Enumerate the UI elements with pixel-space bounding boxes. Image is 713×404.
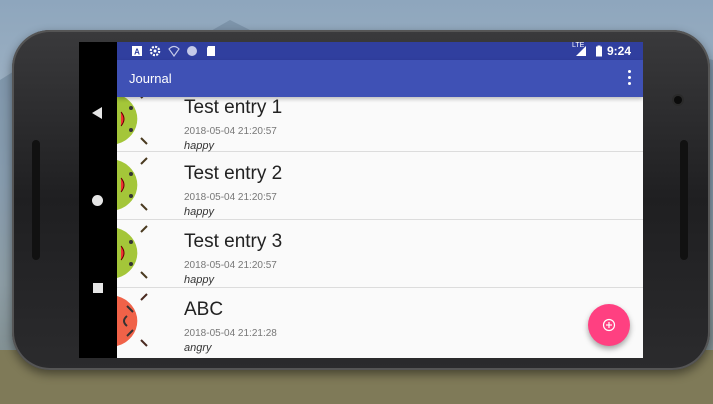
list-item[interactable]: ABC 2018-05-04 21:21:28 angry — [117, 288, 643, 355]
entry-mood: happy — [184, 140, 214, 152]
happy-android-icon — [117, 225, 148, 279]
status-bar: A LTE 9:24 — [117, 42, 643, 60]
add-circle-icon — [602, 318, 616, 332]
entry-date: 2018-05-04 21:20:57 — [184, 192, 277, 203]
wifi-icon — [168, 45, 180, 57]
settings-icon — [149, 45, 161, 57]
app-bar: Journal — [117, 60, 643, 97]
add-entry-button[interactable] — [588, 304, 630, 346]
entry-date: 2018-05-04 21:20:57 — [184, 126, 277, 137]
entry-title: Test entry 3 — [184, 231, 283, 252]
entry-title: Test entry 1 — [184, 97, 283, 118]
happy-android-icon — [117, 157, 148, 211]
entry-mood: happy — [184, 274, 214, 286]
device-screen: A LTE 9:24 Journal Test entry 1 2018-05-… — [79, 42, 643, 358]
entry-date: 2018-05-04 21:21:28 — [184, 328, 277, 339]
entry-mood: angry — [184, 342, 212, 354]
recents-icon[interactable] — [93, 283, 103, 293]
journal-entry-list: Test entry 1 2018-05-04 21:20:57 happy T… — [117, 84, 643, 358]
app-title: Journal — [129, 71, 172, 86]
sync-icon — [187, 46, 197, 56]
overflow-menu-icon[interactable] — [625, 70, 633, 88]
navigation-bar — [79, 42, 117, 358]
svg-text:A: A — [134, 48, 140, 57]
notification-a-icon: A — [132, 46, 142, 57]
angry-android-icon — [117, 293, 148, 347]
clock-time: 9:24 — [606, 44, 631, 58]
entry-mood: happy — [184, 206, 214, 218]
list-item[interactable]: Test entry 2 2018-05-04 21:20:57 happy — [117, 152, 643, 220]
journal-app: A LTE 9:24 Journal Test entry 1 2018-05-… — [117, 42, 643, 358]
sd-card-icon — [207, 46, 215, 56]
home-icon[interactable] — [92, 195, 103, 206]
signal-icon — [576, 46, 586, 56]
entry-date: 2018-05-04 21:20:57 — [184, 260, 277, 271]
left-speaker — [32, 140, 40, 260]
front-camera — [674, 96, 682, 104]
back-icon[interactable] — [92, 107, 102, 119]
battery-icon — [596, 45, 602, 57]
entry-title: Test entry 2 — [184, 163, 283, 184]
right-speaker — [680, 140, 688, 260]
entry-title: ABC — [184, 299, 224, 320]
list-item[interactable]: Test entry 3 2018-05-04 21:20:57 happy — [117, 220, 643, 288]
